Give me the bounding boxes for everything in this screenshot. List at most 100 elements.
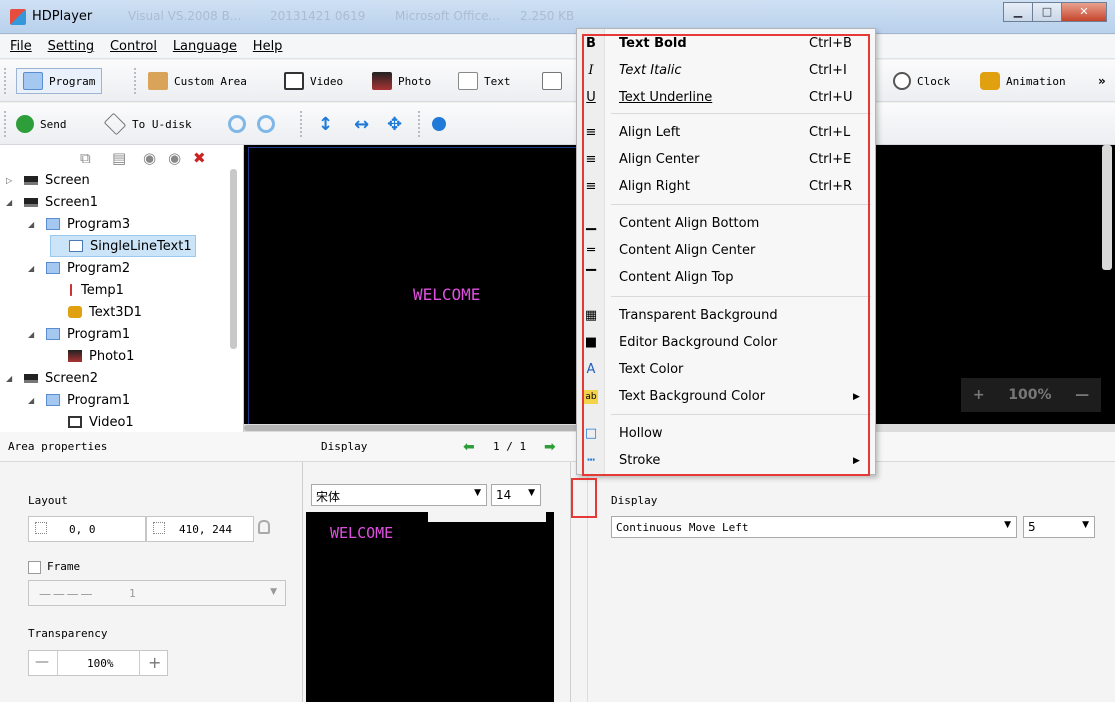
decrease-button[interactable]: — — [35, 654, 49, 670]
expand-toggle-icon[interactable]: ◢ — [28, 220, 40, 229]
zoom-out-icon — [257, 115, 275, 133]
lock-icon[interactable] — [258, 520, 270, 534]
tree-item[interactable]: Video1 — [50, 411, 134, 433]
tree-item[interactable]: SingleLineText1 — [50, 235, 196, 257]
program-tree: ⧉ ▤ ◉ ◉ ✖ ▷ Screen ◢ Screen1 ◢ Program3 Single… — [0, 145, 244, 433]
vertical-arrange-icon[interactable]: ↕ — [318, 113, 333, 135]
tree-toolbar: ⧉ ▤ ◉ ◉ ✖ — [0, 145, 243, 169]
menu-highlight — [582, 34, 870, 476]
chevron-down-icon: ▼ — [270, 587, 277, 597]
to-udisk-button[interactable]: To U-disk — [103, 112, 192, 136]
animation-button[interactable]: Animation — [980, 70, 1066, 92]
tree-item[interactable]: ◢ Program3 — [28, 213, 130, 235]
custom-area-icon — [148, 72, 168, 90]
prev-page-icon[interactable]: ⬅ — [463, 432, 475, 462]
zoom-in-control[interactable]: + — [973, 387, 985, 403]
zoom-in-button[interactable] — [228, 113, 252, 135]
effect-select[interactable]: Continuous Move Left ▼ — [611, 516, 1017, 538]
tree-item[interactable]: ◢ Program2 — [28, 257, 130, 279]
transparency-stepper[interactable]: — 100% + — [28, 650, 168, 676]
expand-toggle-icon[interactable]: ◢ — [6, 198, 18, 207]
move-up-icon[interactable]: ◉ — [143, 149, 156, 167]
tree-scrollbar[interactable] — [230, 169, 237, 349]
canvas-vertical-scrollbar[interactable] — [1102, 145, 1112, 270]
program-icon — [46, 394, 60, 406]
tree-item-label: Temp1 — [81, 282, 124, 298]
expand-toggle-icon[interactable]: ◢ — [28, 264, 40, 273]
tree-item[interactable]: ◢ Screen2 — [6, 367, 98, 389]
move-down-icon[interactable]: ◉ — [168, 149, 181, 167]
photo-icon — [68, 350, 82, 362]
close-button[interactable]: ✕ — [1061, 2, 1107, 22]
font-select[interactable]: 宋体 ▼ — [311, 484, 487, 506]
tree-item[interactable]: Photo1 — [50, 345, 134, 367]
transparency-label: Transparency — [28, 627, 108, 640]
size-field[interactable]: 410, 244 — [146, 516, 254, 542]
position-field[interactable]: 0, 0 — [28, 516, 146, 542]
menu-control[interactable]: Control — [104, 35, 163, 54]
window-controls: ▁ □ ✕ — [1003, 2, 1107, 22]
expand-toggle-icon[interactable]: ◢ — [28, 396, 40, 405]
horizontal-arrange-icon[interactable]: ↔ — [354, 113, 369, 135]
delete-icon[interactable]: ✖ — [193, 149, 206, 167]
table-icon — [542, 72, 562, 90]
monitor-icon — [24, 197, 38, 207]
editor-text: WELCOME — [330, 524, 394, 542]
speed-select[interactable]: 5 ▼ — [1023, 516, 1095, 538]
toolbar-overflow-button[interactable]: » — [1098, 70, 1106, 92]
tree-item-label: Screen2 — [45, 370, 98, 386]
tree-item[interactable]: ▷ Screen — [6, 169, 90, 191]
frame-line-icon: — — — — — [39, 587, 92, 601]
maximize-button[interactable]: □ — [1032, 2, 1062, 22]
custom-area-button[interactable]: Custom Area — [148, 70, 247, 92]
udisk-icon — [103, 112, 127, 136]
frame-checkbox[interactable] — [28, 560, 41, 574]
tree-item[interactable]: Text3D1 — [50, 301, 142, 323]
frame-checkbox-row[interactable]: Frame — [28, 560, 80, 574]
tree-item-label: Program3 — [67, 216, 131, 232]
minimize-button[interactable]: ▁ — [1003, 2, 1033, 22]
menu-setting[interactable]: Setting — [42, 35, 101, 54]
tree-item[interactable]: ◢ Screen1 — [6, 191, 98, 213]
photo-button[interactable]: Photo — [372, 70, 431, 92]
paste-icon[interactable]: ▤ — [112, 149, 126, 167]
move-icon[interactable]: ✥ — [387, 113, 402, 135]
menu-help[interactable]: Help — [247, 35, 289, 54]
font-size-select[interactable]: 14 ▼ — [491, 484, 541, 506]
area-properties-panel: Area properties Layout 0, 0 410, 244 Fra… — [0, 432, 303, 702]
area-properties-header: Area properties — [0, 432, 303, 462]
zoom-out-button[interactable] — [257, 113, 281, 135]
video-button[interactable]: Video — [284, 70, 343, 92]
menu-file[interactable]: File — [0, 35, 38, 54]
tree-item[interactable]: Temp1 — [50, 279, 124, 301]
next-page-icon[interactable]: ➡ — [544, 432, 556, 462]
monitor-icon — [24, 175, 38, 185]
program-button[interactable]: Program — [16, 68, 103, 94]
menu-language[interactable]: Language — [167, 35, 243, 54]
play-button[interactable] — [432, 113, 452, 135]
display-header: Display ⬅ 1 / 1 ➡ — [303, 432, 571, 462]
main-toolbar: Program Custom Area Video Photo Text Clo… — [0, 60, 1115, 102]
expand-toggle-icon[interactable]: ▷ — [6, 176, 18, 185]
text-icon — [458, 72, 478, 90]
text-button[interactable]: Text — [458, 70, 511, 92]
copy-icon[interactable]: ⧉ — [80, 149, 91, 167]
send-button[interactable]: Send — [16, 113, 67, 135]
text-editor[interactable]: WELCOME — [306, 512, 554, 702]
expand-toggle-icon[interactable]: ◢ — [6, 374, 18, 383]
clock-button[interactable]: Clock — [893, 70, 950, 92]
tree-item[interactable]: ◢ Program1 — [28, 323, 130, 345]
position-icon — [35, 522, 47, 534]
window-title: HDPlayer — [32, 9, 93, 24]
expand-toggle-icon[interactable]: ◢ — [28, 330, 40, 339]
menu-bar: File Setting Control Language Help — [0, 35, 1115, 59]
action-toolbar: Send To U-disk ↕ ↔ ✥ — [0, 103, 1115, 145]
play-icon — [432, 117, 446, 131]
more-tool-button[interactable] — [542, 70, 568, 92]
frame-select[interactable]: — — — — 1 ▼ — [28, 580, 286, 606]
tree-item[interactable]: ◢ Program1 — [28, 389, 130, 411]
increase-button[interactable]: + — [148, 653, 161, 672]
zoom-out-control[interactable]: — — [1075, 387, 1089, 403]
tree-item-label: Photo1 — [89, 348, 135, 364]
tree-item-label: Program2 — [67, 260, 131, 276]
